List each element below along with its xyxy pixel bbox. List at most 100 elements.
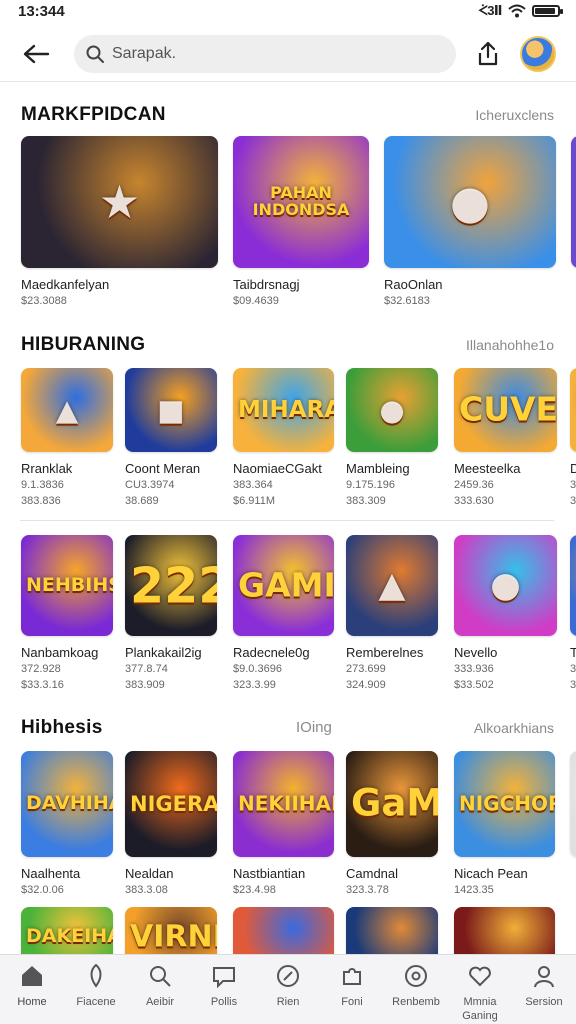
game-card[interactable] xyxy=(233,907,334,954)
back-button[interactable] xyxy=(18,36,54,72)
game-thumbnail[interactable]: DAKEIHAN xyxy=(21,907,113,954)
game-card[interactable]: CUVES Meesteelka 2459.36 333.630 xyxy=(454,368,557,507)
game-card[interactable]: GAMID Radecnele0g $9.0.3696 323.3.99 xyxy=(233,535,334,691)
wifi-icon xyxy=(508,4,526,18)
nav-item-home[interactable]: Home xyxy=(0,955,64,1024)
game-thumbnail[interactable] xyxy=(454,907,555,954)
game-price: $23.4.98 xyxy=(233,884,276,896)
game-thumbnail[interactable] xyxy=(570,751,576,857)
game-title: Meesteelka xyxy=(454,461,521,476)
network-indicator: ᢵ3Ⅱ xyxy=(478,3,502,18)
game-thumbnail[interactable]: ● xyxy=(454,535,557,636)
game-thumbnail[interactable]: NEHBIHSI xyxy=(21,535,113,636)
section-header: Hibhesis Alkoarkhians xyxy=(21,717,554,739)
nav-item-sersion[interactable]: Sersion xyxy=(512,955,576,1024)
game-card[interactable]: NEKIIHAN Nastbiantian $23.4.98 xyxy=(233,751,334,896)
game-price: 383.3.08 xyxy=(125,884,168,896)
section-filter-label[interactable]: IOing xyxy=(296,719,332,736)
avatar[interactable] xyxy=(520,35,556,72)
game-card[interactable]: ■ Coont Meran CU3.3974 38.689 xyxy=(125,368,217,507)
game-art-label: VIRNI xyxy=(130,919,217,954)
game-thumbnail[interactable]: GAMID xyxy=(233,535,334,636)
game-title: Radecnele0g xyxy=(233,645,310,660)
game-card[interactable]: NIGERAN Nealdan 383.3.08 xyxy=(125,751,217,896)
game-card[interactable]: GaMe Camdnal 323.3.78 xyxy=(346,751,438,896)
game-thumbnail[interactable]: 222 xyxy=(125,535,217,636)
game-card[interactable] xyxy=(346,907,438,954)
game-thumbnail[interactable]: ■ xyxy=(125,368,217,452)
game-price: $9.0.3696 xyxy=(233,663,282,675)
game-thumbnail[interactable]: ▲ xyxy=(346,535,438,636)
status-bar: 13:344 ᢵ3Ⅱ xyxy=(0,0,576,22)
puzzle-icon xyxy=(339,963,365,989)
game-thumbnail-peek[interactable] xyxy=(571,136,576,268)
game-thumbnail[interactable]: ● xyxy=(346,368,438,452)
heart-icon xyxy=(467,963,493,989)
game-title: Rranklak xyxy=(21,461,73,476)
nav-label: Rien xyxy=(276,996,300,1008)
game-price: 9.1.3836 xyxy=(21,479,64,491)
nav-label: Aeibir xyxy=(145,996,175,1008)
game-card[interactable]: DAKEIHAN xyxy=(21,907,113,954)
game-title: Mambleing xyxy=(346,461,410,476)
nav-item-aeibir[interactable]: Aeibir xyxy=(128,955,192,1024)
game-thumbnail[interactable]: GaMe xyxy=(346,751,438,857)
game-thumbnail[interactable] xyxy=(570,535,576,636)
game-price: 1423.35 xyxy=(454,884,494,896)
game-card[interactable]: ● RaoOnlan $32.6183 xyxy=(384,136,556,307)
game-thumbnail[interactable]: DAVHIHAN xyxy=(21,751,113,857)
game-thumbnail[interactable]: NIGCHORN xyxy=(454,751,555,857)
game-price: 2459.36 xyxy=(454,479,494,491)
game-art-label: ● xyxy=(490,565,521,606)
game-card[interactable] xyxy=(454,907,555,954)
see-all-link[interactable]: Alkoarkhians xyxy=(474,720,554,736)
game-thumbnail[interactable]: ● xyxy=(384,136,556,268)
game-card[interactable] xyxy=(570,751,576,866)
game-thumbnail[interactable]: ★ xyxy=(21,136,218,268)
nav-item-renbemb[interactable]: Renbemb xyxy=(384,955,448,1024)
game-title: Taibdrsnagj xyxy=(233,277,300,292)
game-stat: $33.3.16 xyxy=(21,679,64,691)
game-card[interactable]: ▲ Remberelnes 273.699 324.909 xyxy=(346,535,438,691)
nav-label: Home xyxy=(17,996,47,1008)
game-card[interactable]: PAHAN INDONDSA Taibdrsnagj $09.4639 xyxy=(233,136,369,307)
game-thumbnail[interactable]: NIGERAN xyxy=(125,751,217,857)
game-card[interactable]: T 3 3 xyxy=(570,535,576,691)
nav-label: Pollis xyxy=(210,996,238,1008)
game-thumbnail[interactable]: PAHAN INDONDSA xyxy=(233,136,369,268)
nav-item-pollis[interactable]: Pollis xyxy=(192,955,256,1024)
game-card[interactable]: MIHARAH NaomiaeCGakt 383.364 $6.911M xyxy=(233,368,334,507)
game-thumbnail[interactable]: VIRNI xyxy=(125,907,217,954)
game-card[interactable]: ★ Maedkanfelyan $23.3088 xyxy=(21,136,218,307)
game-card[interactable]: ▲ Rranklak 9.1.3836 383.836 xyxy=(21,368,113,507)
game-thumbnail[interactable]: MIHARAH xyxy=(233,368,334,452)
game-thumbnail[interactable]: CUVES xyxy=(454,368,557,452)
game-thumbnail[interactable]: ▲ xyxy=(21,368,113,452)
game-card[interactable]: NIGCHORN Nicach Pean 1423.35 xyxy=(454,751,555,896)
see-all-link[interactable]: Icheruxclens xyxy=(475,107,554,123)
game-thumbnail[interactable]: NEKIIHAN xyxy=(233,751,334,857)
game-card[interactable]: NEHBIHSI Nanbamkoag 372.928 $33.3.16 xyxy=(21,535,113,691)
share-button[interactable] xyxy=(472,36,504,72)
nav-item-foni[interactable]: Foni xyxy=(320,955,384,1024)
search-bar[interactable] xyxy=(74,34,456,73)
see-all-link[interactable]: Illanahohhe1o xyxy=(466,337,554,353)
game-thumbnail[interactable] xyxy=(570,368,576,452)
game-price: 9.175.196 xyxy=(346,479,395,491)
game-card[interactable]: ● Nevello 333.936 $33.502 xyxy=(454,535,557,691)
game-card[interactable]: 222 Plankakail2ig 377.8.74 383.909 xyxy=(125,535,217,691)
profile-icon xyxy=(531,963,557,989)
game-thumbnail[interactable] xyxy=(346,907,438,954)
nav-item-fiacene[interactable]: Fiacene xyxy=(64,955,128,1024)
game-thumbnail[interactable] xyxy=(233,907,334,954)
game-card[interactable]: DAVHIHAN Naalhenta $32.0.06 xyxy=(21,751,113,896)
game-price: 377.8.74 xyxy=(125,663,168,675)
game-card[interactable]: D 3 3 xyxy=(570,368,576,507)
nav-item-rien[interactable]: Rien xyxy=(256,955,320,1024)
nav-item-mmnia-ganing[interactable]: Mmnia Ganing xyxy=(448,955,512,1024)
search-input[interactable] xyxy=(112,44,412,63)
game-card[interactable]: ● Mambleing 9.175.196 383.309 xyxy=(346,368,438,507)
status-icons: ᢵ3Ⅱ xyxy=(478,3,563,19)
battery-icon xyxy=(532,5,563,17)
game-card[interactable]: VIRNI xyxy=(125,907,217,954)
